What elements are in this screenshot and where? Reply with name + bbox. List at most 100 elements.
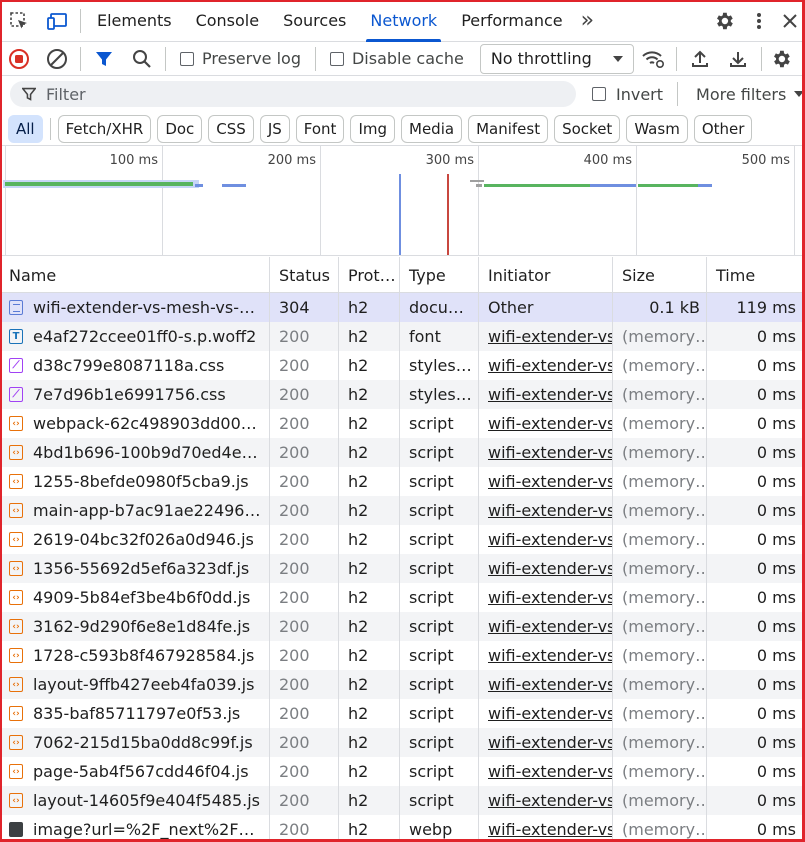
cell-initiator[interactable]: wifi-extender-vs-m [479,786,613,815]
cell-initiator[interactable]: wifi-extender-vs-m [479,409,613,438]
cell-name[interactable]: ⟋ 7e7d96b1e6991756.css [0,380,270,409]
checkbox-box[interactable] [180,51,194,66]
table-row[interactable]: wifi-extender-vs-mesh-vs-eth… 304 h2 docum…… [0,293,805,322]
cell-name[interactable]: ‹› layout-9ffb427eeb4fa039.js [0,670,270,699]
cell-name[interactable]: ‹› 1255-8befde0980f5cba9.js [0,467,270,496]
type-chip-js[interactable]: JS [259,114,290,143]
column-header-type[interactable]: Type [400,257,479,293]
cell-name[interactable]: ‹› 2619-04bc32f026a0d946.js [0,525,270,554]
type-chip-img[interactable]: Img [350,114,396,143]
cell-initiator[interactable]: wifi-extender-vs-m [479,641,613,670]
table-row[interactable]: ‹› 835-baf85711797e0f53.js 200 h2 script wifi… [0,699,805,728]
cell-name[interactable]: ‹› 835-baf85711797e0f53.js [0,699,270,728]
column-header-protocol[interactable]: Prot… [339,257,400,293]
table-row[interactable]: ‹› layout-14605f9e404f5485.js 200 h2 script w… [0,786,805,815]
table-row[interactable]: ‹› 1728-c593b8f467928584.js 200 h2 script wif… [0,641,805,670]
tab-performance[interactable]: Performance [449,0,574,42]
checkbox-box[interactable] [592,87,606,101]
table-row[interactable]: ‹› 1356-55692d5ef6a323df.js 200 h2 script wif… [0,554,805,583]
table-row[interactable]: ‹› main-app-b7ac91ae224968d… 200 h2 script wi… [0,496,805,525]
cell-name[interactable]: ‹› layout-14605f9e404f5485.js [0,786,270,815]
type-chip-media[interactable]: Media [401,114,463,143]
cell-name[interactable]: ⟋ d38c799e8087118a.css [0,351,270,380]
device-toolbar-icon[interactable] [38,0,76,42]
more-filters-dropdown[interactable]: More filters [696,85,805,104]
table-row[interactable]: ‹› 2619-04bc32f026a0d946.js 200 h2 script wif… [0,525,805,554]
cell-initiator[interactable]: wifi-extender-vs-m [479,467,613,496]
cell-name[interactable]: ‹› 4bd1b696-100b9d70ed4e49c… [0,438,270,467]
type-chip-all[interactable]: All [8,114,43,143]
preserve-log-checkbox[interactable]: Preserve log [170,49,311,68]
export-har-download-icon[interactable] [719,42,757,76]
tab-console[interactable]: Console [184,0,272,42]
table-row[interactable]: ‹› 7062-215d15ba0dd8c99f.js 200 h2 script wif… [0,728,805,757]
tab-sources[interactable]: Sources [271,0,358,42]
more-options-vertical-icon[interactable] [743,0,775,42]
column-header-size[interactable]: Size [613,257,707,293]
type-chip-fetch-xhr[interactable]: Fetch/XHR [57,114,152,143]
table-row[interactable]: ⟋ 7e7d96b1e6991756.css 200 h2 stylesh… wifi-e… [0,380,805,409]
clear-log-icon[interactable] [38,42,76,76]
cell-name[interactable]: image?url=%2F_next%2Fstati… [0,815,270,842]
cell-name[interactable]: ‹› 7062-215d15ba0dd8c99f.js [0,728,270,757]
cell-initiator[interactable]: wifi-extender-vs-m [479,525,613,554]
invert-checkbox[interactable]: Invert [592,85,663,104]
cell-name[interactable]: ‹› 3162-9d290f6e8e1d84fe.js [0,612,270,641]
table-row[interactable]: ‹› webpack-62c498903dd00eef.js 200 h2 script… [0,409,805,438]
cell-name[interactable]: ‹› 4909-5b84ef3be4b6f0dd.js [0,583,270,612]
table-row[interactable]: ‹› 3162-9d290f6e8e1d84fe.js 200 h2 script wif… [0,612,805,641]
cell-initiator[interactable]: wifi-extender-vs-m [479,554,613,583]
settings-gear-icon[interactable] [705,0,743,42]
table-row[interactable]: ⟋ d38c799e8087118a.css 200 h2 stylesh… wifi-e… [0,351,805,380]
cell-initiator[interactable]: wifi-extender-vs-m [479,728,613,757]
type-chip-manifest[interactable]: Manifest [468,114,549,143]
table-row[interactable]: ‹› 1255-8befde0980f5cba9.js 200 h2 script wif… [0,467,805,496]
type-chip-socket[interactable]: Socket [554,114,621,143]
search-icon[interactable] [123,42,161,76]
cell-initiator[interactable]: wifi-extender-vs-m [479,670,613,699]
table-row[interactable]: Te4af272ccee01ff0-s.p.woff2 200 h2 font wifi… [0,322,805,351]
tab-network[interactable]: Network [358,0,449,42]
column-header-status[interactable]: Status [270,257,339,293]
cell-name[interactable]: wifi-extender-vs-mesh-vs-eth… [0,293,270,322]
column-header-initiator[interactable]: Initiator [479,257,613,293]
stop-recording-icon[interactable] [0,42,38,76]
type-chip-css[interactable]: CSS [208,114,254,143]
table-row[interactable]: ‹› page-5ab4f567cdd46f04.js 200 h2 script wif… [0,757,805,786]
more-tabs-chevron-icon[interactable]: » [575,0,600,42]
network-settings-gear-icon[interactable] [766,42,796,76]
cell-initiator[interactable]: wifi-extender-vs-m [479,757,613,786]
cell-initiator[interactable]: wifi-extender-vs-m [479,496,613,525]
cell-initiator[interactable]: wifi-extender-vs-m [479,612,613,641]
type-chip-other[interactable]: Other [693,114,753,143]
throttling-select[interactable]: No throttling [479,43,634,74]
network-overview-timeline[interactable]: 100 ms 200 ms 300 ms 400 ms 500 ms [0,146,805,256]
table-row[interactable]: ‹› layout-9ffb427eeb4fa039.js 200 h2 script w… [0,670,805,699]
cell-name[interactable]: ‹› webpack-62c498903dd00eef.js [0,409,270,438]
cell-name[interactable]: Te4af272ccee01ff0-s.p.woff2 [0,322,270,351]
tab-elements[interactable]: Elements [85,0,184,42]
table-row[interactable]: ‹› 4909-5b84ef3be4b6f0dd.js 200 h2 script wif… [0,583,805,612]
cell-initiator[interactable]: wifi-extender-vs-m [479,699,613,728]
filter-input[interactable]: Filter [10,81,576,107]
cell-initiator[interactable]: wifi-extender-vs-m [479,815,613,842]
cell-initiator[interactable]: wifi-extender-vs-m [479,380,613,409]
cell-initiator[interactable]: wifi-extender-vs-m [479,438,613,467]
cell-name[interactable]: ‹› page-5ab4f567cdd46f04.js [0,757,270,786]
cell-name[interactable]: ‹› main-app-b7ac91ae224968d… [0,496,270,525]
table-row[interactable]: image?url=%2F_next%2Fstati… 200h2 webp wifi… [0,815,805,842]
cell-initiator[interactable]: wifi-extender-vs-m [479,351,613,380]
close-devtools-icon[interactable] [775,0,805,42]
cell-name[interactable]: ‹› 1356-55692d5ef6a323df.js [0,554,270,583]
inspect-element-icon[interactable] [0,0,38,42]
disable-cache-checkbox[interactable]: Disable cache [320,49,474,68]
checkbox-box[interactable] [329,51,344,66]
cell-initiator[interactable]: wifi-extender-vs-m [479,583,613,612]
filter-funnel-icon[interactable] [85,42,123,76]
column-header-time[interactable]: Time [707,257,802,293]
type-chip-font[interactable]: Font [295,114,345,143]
cell-initiator[interactable]: wifi-extender-vs-m [479,322,613,351]
cell-name[interactable]: ‹› 1728-c593b8f467928584.js [0,641,270,670]
import-har-upload-icon[interactable] [681,42,719,76]
type-chip-wasm[interactable]: Wasm [626,114,688,143]
